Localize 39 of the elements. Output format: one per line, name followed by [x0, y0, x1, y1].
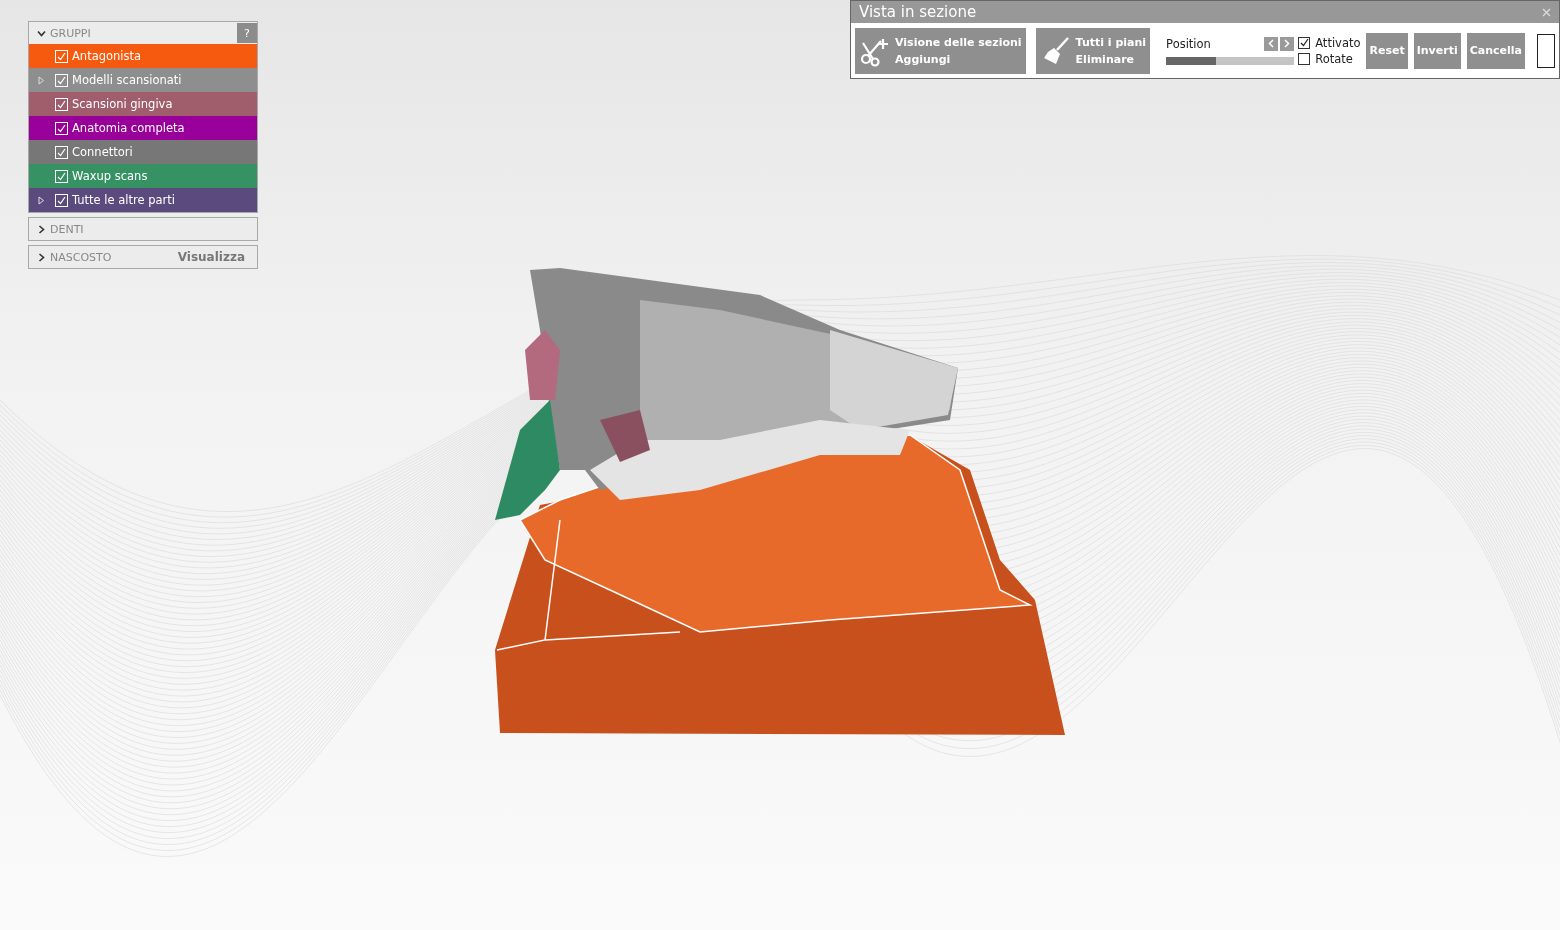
section-title: GRUPPI	[50, 26, 92, 40]
group-label: Tutte le altre parti	[72, 193, 175, 207]
position-label: Position	[1166, 36, 1211, 51]
section-header[interactable]: GRUPPI ?	[29, 22, 257, 44]
group-row[interactable]: Waxup scans	[29, 164, 257, 188]
expand-triangle-icon[interactable]	[38, 195, 45, 205]
option-checkbox[interactable]: Rotate	[1298, 51, 1361, 66]
chevron-left-icon	[1268, 39, 1275, 48]
group-row[interactable]: Tutte le altre parti	[29, 188, 257, 212]
position-slider[interactable]	[1166, 56, 1295, 65]
chevron-right-icon	[37, 252, 46, 262]
checkbox[interactable]	[1298, 52, 1311, 65]
color-swatch[interactable]	[1537, 33, 1555, 68]
group-label: Antagonista	[72, 49, 142, 63]
show-link[interactable]: Visualizza	[177, 250, 257, 264]
option-label: Rotate	[1315, 51, 1353, 66]
group-label: Waxup scans	[72, 169, 148, 183]
group-label: Anatomia completa	[72, 121, 185, 135]
group-row[interactable]: Connettori	[29, 140, 257, 164]
3d-viewport[interactable]	[0, 0, 1560, 930]
checkbox[interactable]	[1298, 36, 1311, 49]
section-header[interactable]: DENTI	[29, 218, 257, 240]
option-checkbox[interactable]: Attivato	[1298, 35, 1361, 50]
chevron-right-icon	[37, 224, 46, 234]
group-row[interactable]: Scansioni gingiva	[29, 92, 257, 116]
group-label: Scansioni gingiva	[72, 97, 173, 111]
section-header[interactable]: NASCOSTO Visualizza	[29, 246, 257, 268]
group-label: Connettori	[72, 145, 133, 159]
chevron-right-icon	[1284, 39, 1291, 48]
group-label: Modelli scansionati	[72, 73, 182, 87]
help-button[interactable]: ?	[237, 23, 257, 43]
group-row[interactable]: Anatomia completa	[29, 116, 257, 140]
option-label: Attivato	[1315, 35, 1361, 50]
section-title: DENTI	[50, 222, 85, 236]
dialog-title: Vista in sezione	[859, 3, 978, 21]
chevron-left-button[interactable]	[1264, 36, 1279, 51]
group-row[interactable]: Antagonista	[29, 44, 257, 68]
section-title: NASCOSTO	[50, 250, 113, 264]
chevron-down-icon	[37, 28, 46, 38]
